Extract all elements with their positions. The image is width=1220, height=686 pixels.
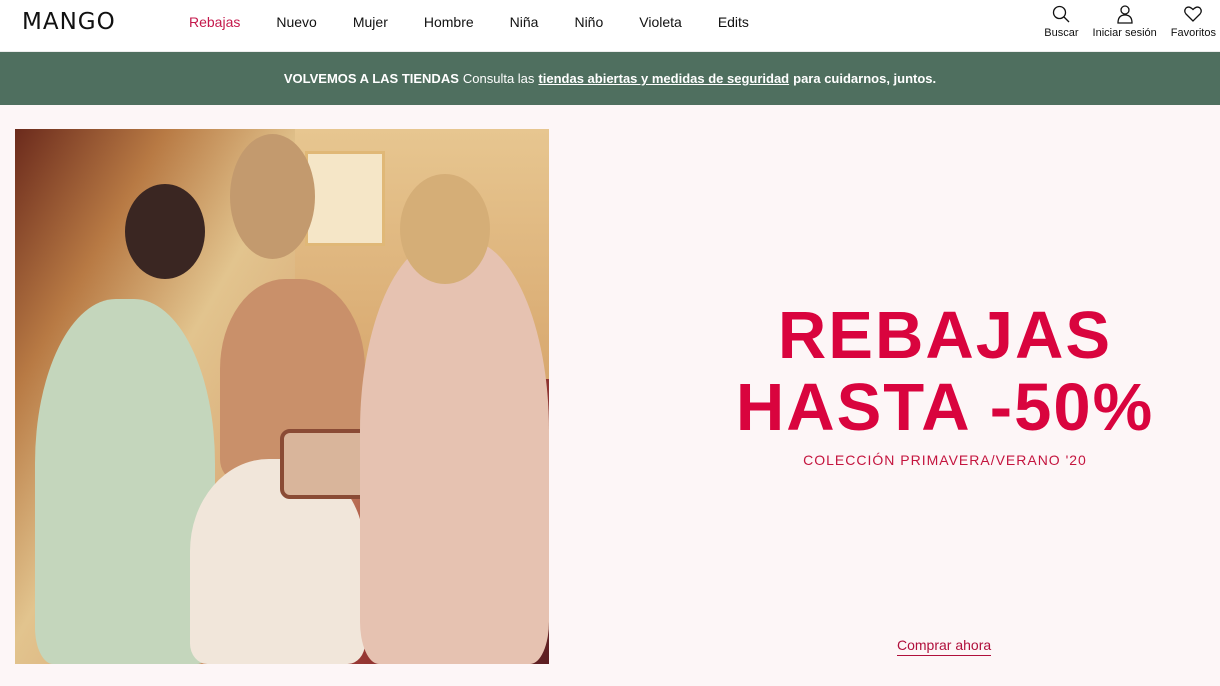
handbag bbox=[280, 429, 370, 499]
favorites-label: Favoritos bbox=[1170, 27, 1216, 39]
nav-item-nina[interactable]: Niña bbox=[510, 14, 539, 30]
hero-title-line-2: HASTA -50% bbox=[735, 370, 1155, 445]
hero-title-line-1: REBAJAS bbox=[777, 298, 1113, 373]
hero-subtitle: COLECCIÓN PRIMAVERA/VERANO '20 bbox=[803, 452, 1087, 468]
model-right-dress bbox=[360, 239, 549, 664]
header: MANGO Rebajas Nuevo Mujer Hombre Niña Ni… bbox=[0, 0, 1220, 52]
banner-strong-text: VOLVEMOS A LAS TIENDAS bbox=[283, 71, 459, 86]
user-icon bbox=[1116, 5, 1133, 24]
hero-text: REBAJAS HASTA -50% COLECCIÓN PRIMAVERA/V… bbox=[700, 298, 1190, 469]
shop-now-link[interactable]: Comprar ahora bbox=[897, 637, 992, 656]
model-left-head bbox=[125, 184, 205, 279]
banner-text: Consulta las bbox=[462, 71, 535, 86]
login-button[interactable]: Iniciar sesión bbox=[1093, 4, 1157, 39]
model-center-head bbox=[230, 134, 315, 259]
model-right-head bbox=[400, 174, 490, 284]
header-tools: Buscar Iniciar sesión Favoritos bbox=[1030, 4, 1216, 39]
nav-item-rebajas[interactable]: Rebajas bbox=[189, 14, 240, 30]
nav-item-nino[interactable]: Niño bbox=[574, 14, 603, 30]
store-reopening-banner: VOLVEMOS A LAS TIENDAS Consulta las tien… bbox=[0, 52, 1220, 105]
favorites-button[interactable]: Favoritos bbox=[1171, 4, 1216, 39]
nav-item-hombre[interactable]: Hombre bbox=[424, 14, 474, 30]
main-nav: Rebajas Nuevo Mujer Hombre Niña Niño Vio… bbox=[189, 14, 749, 30]
nav-item-edits[interactable]: Edits bbox=[718, 14, 749, 30]
nav-item-violeta[interactable]: Violeta bbox=[639, 14, 682, 30]
login-label: Iniciar sesión bbox=[1092, 27, 1157, 39]
search-icon bbox=[1053, 5, 1070, 23]
banner-link[interactable]: tiendas abiertas y medidas de seguridad bbox=[538, 71, 789, 86]
search-button[interactable]: Buscar bbox=[1044, 4, 1079, 39]
banner-rest-text: para cuidarnos, juntos. bbox=[793, 71, 937, 86]
model-left-dress bbox=[35, 299, 215, 664]
background-window bbox=[305, 151, 385, 246]
heart-icon bbox=[1184, 6, 1203, 22]
nav-item-mujer[interactable]: Mujer bbox=[353, 14, 388, 30]
search-label: Buscar bbox=[1044, 27, 1079, 39]
logo[interactable]: MANGO bbox=[22, 9, 116, 35]
hero-image[interactable] bbox=[15, 129, 549, 664]
nav-item-nuevo[interactable]: Nuevo bbox=[276, 14, 316, 30]
